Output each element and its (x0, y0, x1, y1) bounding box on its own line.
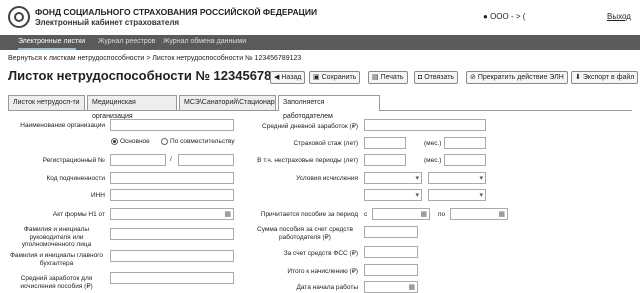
period-from-field[interactable] (372, 208, 430, 220)
tab-employer[interactable]: Заполняется работодателем (278, 95, 380, 120)
nonins-label: В т.ч. нестраховые периоды (лет) (257, 157, 358, 164)
nav-electronic-sheets[interactable]: Электронные листки (18, 38, 85, 45)
unlink-button[interactable]: ◘ Отвязать (414, 71, 459, 84)
condition-select-2[interactable] (428, 172, 486, 184)
conditions-label: Условия исчисления (295, 175, 358, 182)
save-button[interactable]: ▣ Сохранить (309, 71, 361, 84)
period-to-label: по (438, 211, 446, 218)
logout-link[interactable]: Выход (607, 12, 631, 21)
nonins-months-field[interactable] (444, 154, 486, 166)
period-from-label: с (364, 211, 368, 218)
employer-sum-field[interactable] (364, 226, 418, 238)
app-header: ФОНД СОЦИАЛЬНОГО СТРАХОВАНИЯ РОССИЙСКОЙ … (0, 0, 640, 34)
inn-field[interactable] (110, 189, 234, 201)
reg-no-slash: / (170, 156, 172, 163)
org-title: ФОНД СОЦИАЛЬНОГО СТРАХОВАНИЯ РОССИЙСКОЙ … (35, 7, 318, 17)
back-button[interactable]: ◀ Назад (270, 71, 306, 84)
radio-main[interactable] (111, 138, 118, 145)
nonins-months-unit: (мес.) (424, 157, 442, 164)
tab-mse[interactable]: МСЭ\Санаторий\Стационар (179, 95, 276, 110)
stop-icon: ⊘ (470, 74, 478, 81)
head-field[interactable] (110, 228, 234, 240)
radio-part-time-label: По совместительству (170, 138, 235, 145)
terminate-eln-button[interactable]: ⊘ Прекратить действие ЭЛН (466, 71, 568, 84)
user-info[interactable]: ● ООО - > ( (483, 12, 525, 21)
condition-select-4[interactable] (428, 189, 486, 201)
radio-main-label: Основное (120, 138, 150, 145)
reg-no-field[interactable] (110, 154, 166, 166)
condition-select-1[interactable] (364, 172, 422, 184)
nav-exchange-journal[interactable]: Журнал обмена данными (163, 38, 246, 45)
breadcrumb[interactable]: Вернуться к листкам нетрудоспособности >… (8, 55, 301, 62)
condition-select-3[interactable] (364, 189, 422, 201)
subdivision-field[interactable] (110, 172, 234, 184)
act-date-field[interactable] (110, 208, 234, 220)
fss-sum-label: За счет средств ФСС (₽) (283, 250, 358, 257)
reg-no-suffix-field[interactable] (178, 154, 234, 166)
stazh-months-unit: (мес.) (424, 140, 442, 147)
start-date-label: Дата начала работы (296, 284, 358, 291)
nav-registry-journal[interactable]: Журнал реестров (98, 38, 155, 45)
avg-earnings-label: Средний заработок для исчисления пособия… (20, 275, 93, 290)
fss-logo-icon (8, 6, 30, 28)
accountant-field[interactable] (110, 250, 234, 262)
tab-medical-org[interactable]: Медицинская организация (87, 95, 177, 120)
main-nav: Электронные листки Журнал реестров Журна… (0, 35, 640, 50)
tab-bar: Листок нетрудосп-ти Медицинская организа… (8, 95, 632, 120)
radio-part-time[interactable] (161, 138, 168, 145)
org-name-field[interactable] (110, 119, 234, 131)
act-label: Акт формы Н1 от (52, 211, 105, 218)
avg-earnings-field[interactable] (110, 272, 234, 284)
employer-sum-label: Сумма пособия за счет средств работодате… (257, 226, 353, 241)
nonins-years-field[interactable] (364, 154, 406, 166)
avg-daily-label: Средний дневной заработок (₽) (262, 123, 358, 130)
nav-active-indicator (18, 48, 76, 50)
user-icon: ● (483, 12, 491, 21)
stazh-label: Страховой стаж (лет) (293, 140, 358, 147)
subdivision-label: Код подчиненности (46, 175, 105, 182)
avg-daily-field[interactable] (364, 119, 486, 131)
reg-no-label: Регистрационный № (42, 157, 105, 164)
period-to-field[interactable] (450, 208, 508, 220)
total-label: Итого к начислению (₽) (287, 268, 358, 275)
fss-sum-field[interactable] (364, 246, 418, 258)
accountant-label: Фамилия и инициалы главного бухгалтера (9, 252, 104, 267)
save-icon: ▣ (313, 74, 322, 81)
start-date-field[interactable] (364, 281, 418, 293)
cabinet-subtitle: Электронный кабинет страхователя (35, 18, 180, 27)
total-field[interactable] (364, 264, 418, 276)
download-icon: ⬇ (575, 74, 583, 81)
tab-sick-leave[interactable]: Листок нетрудосп-ти (8, 95, 85, 110)
print-icon: ▤ (372, 74, 381, 81)
print-button[interactable]: ▤ Печать (368, 71, 408, 84)
stazh-years-field[interactable] (364, 137, 406, 149)
org-name-label: Наименование организации (20, 122, 105, 129)
stazh-months-field[interactable] (444, 137, 486, 149)
page-title: Листок нетрудоспособности № 123456789123 (8, 68, 301, 83)
export-button[interactable]: ⬇ Экспорт в файл (571, 71, 639, 84)
period-label: Причитается пособие за период (260, 211, 358, 218)
head-label: Фамилия и инициалы руководителя или упол… (21, 226, 92, 248)
inn-label: ИНН (90, 192, 105, 199)
